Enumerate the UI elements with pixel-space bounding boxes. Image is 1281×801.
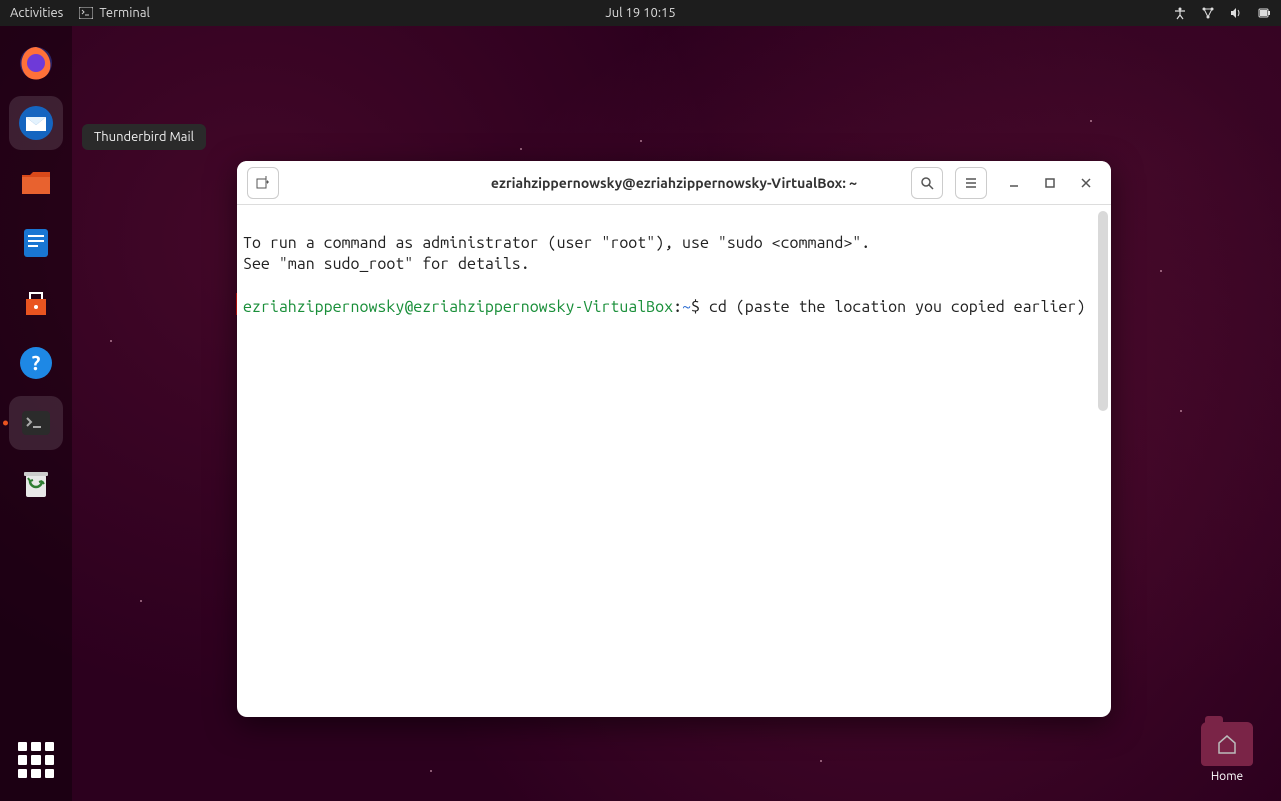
window-title: ezriahzippernowsky@ezriahzippernowsky-Vi… <box>491 175 857 191</box>
dock-item-thunderbird[interactable] <box>9 96 63 150</box>
activities-button[interactable]: Activities <box>10 6 63 20</box>
command-input[interactable]: cd (paste the location you copied earlie… <box>709 298 1085 316</box>
new-tab-button[interactable] <box>247 167 279 199</box>
show-applications-button[interactable] <box>9 733 63 787</box>
terminal-icon <box>79 6 93 20</box>
close-button[interactable] <box>1071 168 1101 198</box>
dock-item-software[interactable] <box>9 276 63 330</box>
maximize-button[interactable] <box>1035 168 1065 198</box>
folder-icon <box>1201 722 1253 766</box>
dock-item-files[interactable] <box>9 156 63 210</box>
svg-text:?: ? <box>32 351 41 374</box>
minimize-button[interactable] <box>999 168 1029 198</box>
dock-item-libreoffice-writer[interactable] <box>9 216 63 270</box>
terminal-window: ezriahzippernowsky@ezriahzippernowsky-Vi… <box>237 161 1111 717</box>
terminal-text: To run a command as administrator (user … <box>243 234 870 252</box>
dock-item-help[interactable]: ? <box>9 336 63 390</box>
running-pip <box>3 421 8 426</box>
power-icon[interactable] <box>1257 6 1271 20</box>
prompt-symbol: $ <box>691 298 700 316</box>
desktop-icon-home[interactable]: Home <box>1201 722 1253 783</box>
search-button[interactable] <box>911 167 943 199</box>
dock-tooltip: Thunderbird Mail <box>82 124 206 150</box>
terminal-text: See "man sudo_root" for details. <box>243 255 530 273</box>
prompt-path: ~ <box>682 298 691 316</box>
dock-item-terminal[interactable] <box>9 396 63 450</box>
dock-item-trash[interactable] <box>9 456 63 510</box>
prompt-sep: : <box>673 298 682 316</box>
top-bar: Activities Terminal Jul 19 10:15 <box>0 0 1281 26</box>
terminal-body[interactable]: To run a command as administrator (user … <box>237 205 1111 717</box>
clock[interactable]: Jul 19 10:15 <box>605 6 675 20</box>
prompt-user: ezriahzippernowsky@ezriahzippernowsky-Vi… <box>243 298 673 316</box>
dock: ? <box>0 26 72 801</box>
network-icon[interactable] <box>1201 6 1215 20</box>
active-app-label: Terminal <box>99 6 150 20</box>
scrollbar[interactable] <box>1098 211 1108 411</box>
accessibility-icon[interactable] <box>1173 6 1187 20</box>
active-app-indicator[interactable]: Terminal <box>79 6 150 20</box>
desktop-icon-label: Home <box>1211 770 1243 783</box>
dock-item-firefox[interactable] <box>9 36 63 90</box>
menu-button[interactable] <box>955 167 987 199</box>
volume-icon[interactable] <box>1229 6 1243 20</box>
window-titlebar[interactable]: ezriahzippernowsky@ezriahzippernowsky-Vi… <box>237 161 1111 205</box>
